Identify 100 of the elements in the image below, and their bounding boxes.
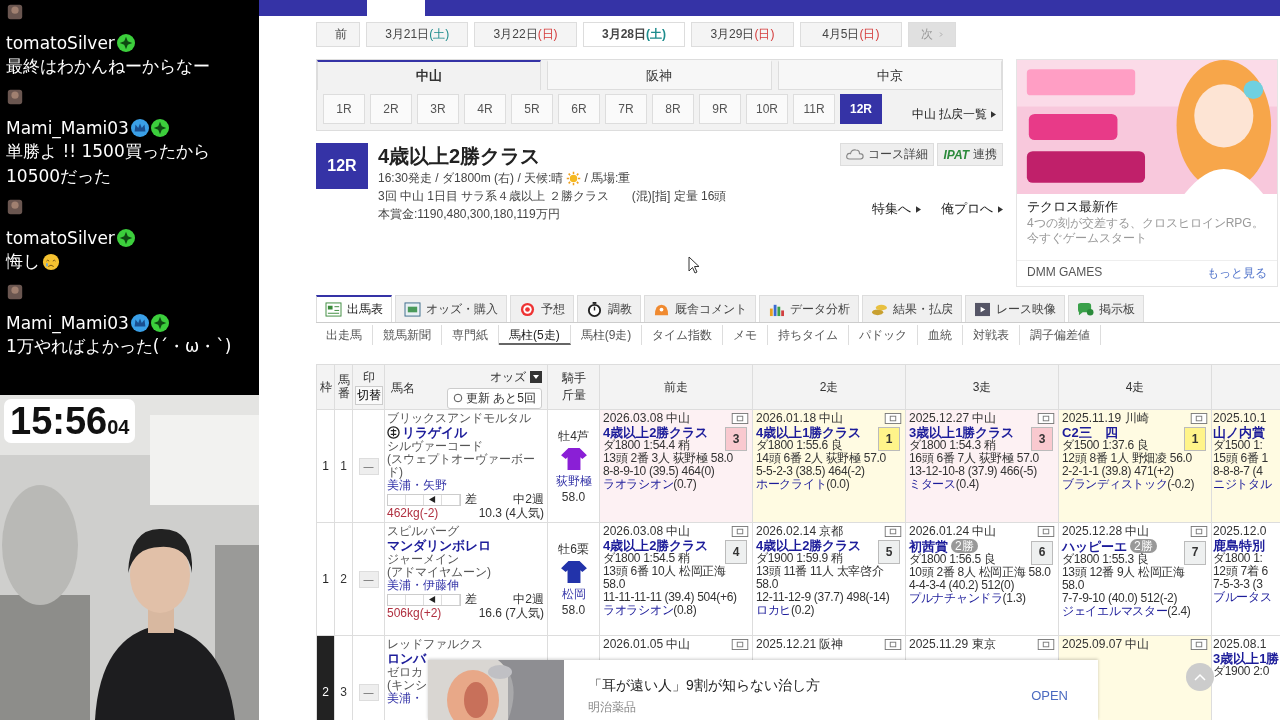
winner-link[interactable]: ミタース (909, 477, 956, 491)
trainer-link[interactable]: 美浦・伊藤伸 (387, 579, 459, 592)
race-tab[interactable]: 2R (370, 94, 412, 124)
sub-tab[interactable]: タイム指数 (642, 325, 724, 345)
video-icon[interactable] (1190, 526, 1208, 537)
ad-card[interactable]: テクロス最新作 4つの刻が交差する、クロスヒロインRPG。今すぐゲームスタート DMM GAMES もっと見る (1016, 59, 1278, 287)
video-icon[interactable] (884, 526, 902, 537)
dropdown-icon[interactable] (530, 371, 542, 383)
race-tab[interactable]: 4R (464, 94, 506, 124)
page-tab[interactable]: 掲示板 (1068, 295, 1144, 322)
winner-link[interactable]: ロカヒ (756, 603, 792, 617)
winner-link[interactable]: ブルータス (1213, 590, 1272, 604)
more-link[interactable]: もっと見る (1207, 265, 1267, 282)
race-action-button[interactable]: コース詳細 (840, 143, 935, 166)
mark-button[interactable]: — (358, 683, 379, 701)
page-tab[interactable]: 調教 (577, 295, 641, 322)
race-action-button[interactable]: IPAT 連携 (937, 143, 1003, 166)
winner-link[interactable]: ホークライト (756, 477, 827, 491)
previous-button[interactable]: 前 (316, 22, 360, 47)
page-tab[interactable]: オッズ・購入 (395, 295, 507, 322)
race-name-link[interactable]: 3歳以上1勝クラス (909, 426, 1015, 439)
feature-link[interactable]: 俺プロへ (941, 200, 1003, 218)
page-tab[interactable]: データ分析 (759, 295, 859, 322)
winner-link[interactable]: ニジトタル (1213, 477, 1272, 491)
winner-link[interactable]: ラオラシオン (603, 603, 674, 617)
sub-tab[interactable]: パドック (849, 325, 919, 345)
page-tab[interactable]: 結果・払戻 (862, 295, 962, 322)
video-icon[interactable] (1190, 639, 1208, 650)
race-date: 2025.12.27 中山 (909, 412, 997, 425)
page-tab[interactable]: 出馬表 (316, 295, 392, 322)
race-name-link[interactable]: 4歳以上2勝クラス (756, 539, 862, 552)
page-tab[interactable]: 厩舎コメント (644, 295, 756, 322)
video-icon[interactable] (884, 413, 902, 424)
sub-tab[interactable]: 持ちタイム (768, 325, 850, 345)
triangle-right-icon (998, 205, 1003, 213)
date-tab[interactable]: 4月5日(日) (799, 22, 903, 47)
video-icon[interactable] (1037, 526, 1055, 537)
race-name-link[interactable]: 初茜賞 (909, 539, 948, 553)
sub-tab[interactable]: 血統 (918, 325, 964, 345)
video-icon[interactable] (1037, 413, 1055, 424)
sub-tab[interactable]: 出走馬 (316, 325, 373, 345)
trainer-link[interactable]: 美浦・矢野 (387, 479, 447, 492)
horse-name-link[interactable]: ロンバ (387, 651, 426, 666)
race-tab[interactable]: 3R (417, 94, 459, 124)
race-tab[interactable]: 12R (840, 94, 882, 124)
date-tab[interactable]: 3月21日(土) (366, 22, 469, 47)
horse-name-link[interactable]: マンダリンボレロ (387, 538, 491, 553)
sub-tab[interactable]: 馬柱(9走) (570, 325, 643, 345)
mark-button[interactable]: — (358, 457, 379, 475)
video-icon[interactable] (731, 526, 749, 537)
video-icon[interactable] (884, 639, 902, 650)
race-tab[interactable]: 10R (746, 94, 788, 124)
venue-tab[interactable]: 阪神 (547, 60, 772, 90)
date-tab[interactable]: 3月22日(日) (474, 22, 577, 47)
winner-link[interactable]: プルナチャンドラ (909, 591, 1003, 605)
venue-tab[interactable]: 中山 (317, 60, 542, 90)
payout-link[interactable]: 中山 払戻一覧 (911, 95, 996, 123)
trainer-link[interactable]: 美浦・ (387, 692, 423, 705)
horse-name-link[interactable]: リラゲイル (402, 425, 467, 440)
date-tab[interactable]: 3月28日(土) (582, 22, 686, 47)
open-link[interactable]: OPEN (1031, 677, 1068, 703)
sub-tab[interactable]: 馬柱(5走) (499, 325, 571, 345)
race-name-link[interactable]: 4歳以上1勝クラス (756, 426, 862, 439)
sub-tab[interactable]: 調子偏差値 (1020, 325, 1102, 345)
race-tab[interactable]: 6R (558, 94, 600, 124)
race-name-link[interactable]: 3歳以上1勝 (1213, 652, 1280, 665)
winner-link[interactable]: ブランディストック (1062, 477, 1168, 491)
toggle-button[interactable]: 切替 (354, 386, 383, 405)
race-tab[interactable]: 9R (699, 94, 741, 124)
page-tab[interactable]: レース映像 (965, 295, 1065, 322)
jockey-link[interactable]: 松岡 (551, 586, 596, 603)
date-tab[interactable]: 3月29日(日) (691, 22, 794, 47)
race-name-link[interactable]: 鹿島特別 (1213, 539, 1265, 552)
race-tab[interactable]: 7R (605, 94, 647, 124)
video-icon[interactable] (731, 639, 749, 650)
mark-button[interactable]: — (358, 570, 379, 588)
sub-tab[interactable]: 対戦表 (963, 325, 1021, 345)
video-icon[interactable] (1190, 413, 1208, 424)
feature-link[interactable]: 特集へ (872, 200, 921, 218)
video-icon[interactable] (1037, 639, 1055, 650)
race-tab[interactable]: 8R (652, 94, 694, 124)
race-name-link[interactable]: ハッピーエ (1062, 539, 1127, 553)
race-name-link[interactable]: C2三 四 (1062, 426, 1118, 439)
race-name-link[interactable]: 山ノ内賞 (1213, 426, 1265, 439)
winner-link[interactable]: ラオラシオン (603, 477, 674, 491)
page-tab[interactable]: 予想 (510, 295, 574, 322)
venue-tab[interactable]: 中京 (777, 60, 1002, 90)
race-tab[interactable]: 5R (511, 94, 553, 124)
ad-banner[interactable]: 「耳が遠い人」9割が知らない治し方 明治薬品 OPEN (428, 660, 1098, 720)
sub-tab[interactable]: メモ (723, 325, 769, 345)
video-icon[interactable] (731, 413, 749, 424)
race-name-link[interactable]: 4歳以上2勝クラス (603, 539, 709, 552)
race-tab[interactable]: 1R (323, 94, 365, 124)
jockey-link[interactable]: 荻野極 (551, 473, 596, 490)
refresh-button[interactable]: 更新 あと5回 (447, 387, 542, 409)
winner-link[interactable]: ジェイエルマスター (1062, 604, 1168, 618)
race-tab[interactable]: 11R (793, 94, 835, 124)
sub-tab[interactable]: 競馬新聞 (373, 325, 442, 345)
sub-tab[interactable]: 専門紙 (442, 325, 499, 345)
race-name-link[interactable]: 4歳以上2勝クラス (603, 426, 709, 439)
